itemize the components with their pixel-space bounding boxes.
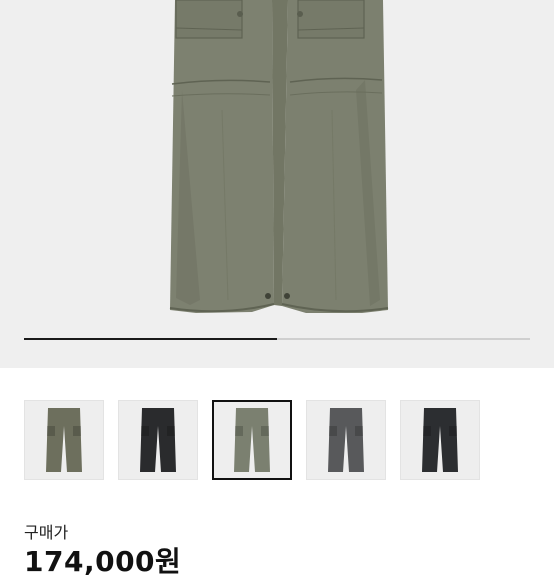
price-value: 174,000원 [24, 545, 182, 578]
color-thumbnail-5[interactable] [400, 400, 480, 480]
pants-thumbnail-image [328, 408, 364, 472]
color-thumbnail-2[interactable] [118, 400, 198, 480]
cargo-pants-image [169, 0, 389, 313]
color-thumbnail-1[interactable] [24, 400, 104, 480]
pants-thumbnail-image [234, 408, 270, 472]
color-thumbnail-3[interactable] [212, 400, 292, 480]
color-thumbnail-4[interactable] [306, 400, 386, 480]
pants-thumbnail-image [140, 408, 176, 472]
image-progress-fill [24, 338, 277, 340]
image-progress-track [24, 338, 530, 340]
product-image-viewer[interactable] [0, 0, 554, 368]
pants-thumbnail-image [46, 408, 82, 472]
pants-thumbnail-image [422, 408, 458, 472]
